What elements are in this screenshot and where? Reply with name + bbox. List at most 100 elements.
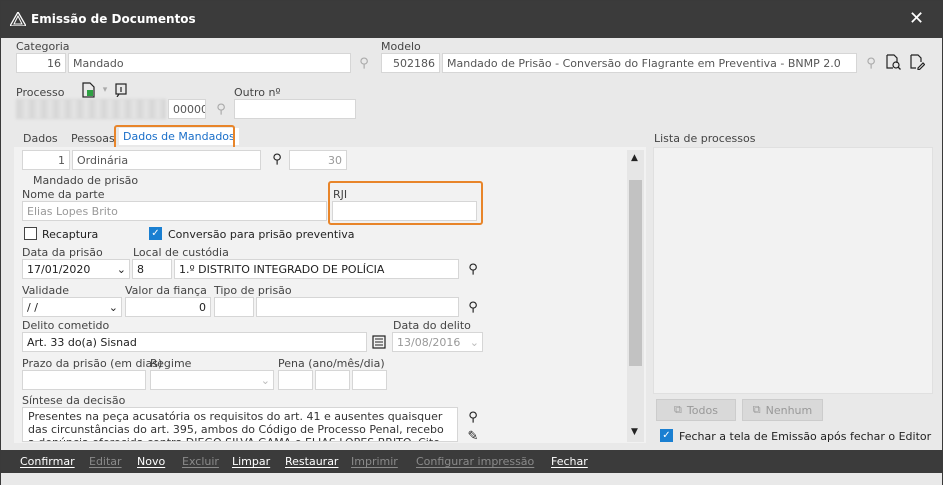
emissao-documentos-window: Emissão de Documentos ✕ Categoria 16 Man…	[0, 0, 943, 485]
local-code-field[interactable]: 8	[132, 259, 172, 279]
nome-parte-field[interactable]: Elias Lopes Brito	[22, 201, 327, 221]
categoria-code-field[interactable]: 16	[16, 53, 66, 73]
nome-parte-label: Nome da parte	[22, 188, 105, 201]
modelo-value-field[interactable]: Mandado de Prisão - Conversão do Flagran…	[442, 53, 857, 73]
pena-label: Pena (ano/mês/dia)	[278, 357, 385, 370]
editar-button[interactable]: Editar	[89, 455, 122, 468]
todos-label: Todos	[686, 403, 718, 417]
regime-dropdown-icon[interactable]: ⌄	[261, 374, 270, 387]
tab-pessoas[interactable]: Pessoas	[71, 132, 115, 145]
validade-dropdown-icon[interactable]: ⌄	[109, 301, 118, 314]
processo-label: Processo	[16, 86, 65, 99]
outro-field[interactable]	[234, 99, 356, 119]
data-delito-value: 13/08/2016	[397, 336, 461, 349]
regime-label: Regime	[150, 357, 192, 370]
tab-dados-de-mandados[interactable]: Dados de Mandados	[119, 128, 239, 145]
tipo-code-field[interactable]: 1	[22, 150, 70, 170]
delito-field[interactable]: Art. 33 do(a) Sisnad	[22, 332, 367, 352]
mandado-section-label: Mandado de prisão	[33, 174, 139, 187]
local-custodia-label: Local de custódia	[133, 246, 229, 259]
tipo-prisao-code-field[interactable]	[214, 297, 254, 317]
recaptura-label: Recaptura	[42, 228, 99, 241]
processo-document-icon[interactable]	[81, 82, 97, 98]
imprimir-button[interactable]: Imprimir	[351, 455, 398, 468]
sintese-search-icon[interactable]: ⚲	[465, 409, 481, 425]
lista-processos-label: Lista de processos	[654, 132, 756, 145]
modelo-search-icon[interactable]: ⚲	[863, 55, 879, 71]
fianca-label: Valor da fiança	[125, 284, 207, 297]
categoria-label: Categoria	[16, 40, 70, 53]
data-delito-label: Data do delito	[393, 319, 471, 332]
sintese-textarea[interactable]: Presentes na peça acusatória os requisit…	[22, 407, 458, 442]
outro-label: Outro nº	[234, 86, 281, 99]
pena-mes-field[interactable]	[315, 370, 350, 390]
scroll-thumb[interactable]	[629, 180, 642, 366]
novo-button[interactable]: Novo	[137, 455, 165, 468]
data-prisao-value: 17/01/2020	[27, 263, 91, 276]
close-icon[interactable]: ✕	[909, 10, 924, 28]
delito-label: Delito cometido	[22, 319, 110, 332]
pena-ano-field[interactable]	[278, 370, 313, 390]
confirmar-button[interactable]: Confirmar	[20, 455, 75, 468]
restaurar-button[interactable]: Restaurar	[285, 455, 338, 468]
tipo-prisao-label: Tipo de prisão	[214, 284, 292, 297]
tab-dados[interactable]: Dados	[23, 132, 58, 145]
sintese-label: Síntese da decisão	[22, 394, 126, 407]
form-scrollbar[interactable]: ▲ ▼	[627, 150, 644, 442]
command-bar: Confirmar Editar Novo Excluir Limpar Res…	[1, 450, 942, 473]
data-delito-field[interactable]: 13/08/2016 ⌄	[392, 332, 483, 352]
validade-label: Validade	[22, 284, 69, 297]
modelo-label: Modelo	[381, 40, 421, 53]
configurar-impressao-button[interactable]: Configurar impressão	[416, 455, 534, 468]
tipo-prisao-search-icon[interactable]: ⚲	[465, 299, 481, 315]
processo-search-icon[interactable]: ⚲	[213, 101, 229, 117]
fechar-tela-label: Fechar a tela de Emissão após fechar o E…	[679, 430, 932, 443]
fianca-field[interactable]: 0	[125, 297, 211, 317]
processo-dropdown-icon[interactable]: ▾	[97, 82, 113, 98]
window-footer	[1, 473, 942, 485]
document-search-icon[interactable]	[885, 54, 901, 70]
prazo-label: Prazo da prisão (em dias)	[22, 357, 163, 370]
title-bar: Emissão de Documentos ✕	[1, 1, 942, 38]
nenhum-button[interactable]: ⧉ Nenhum	[742, 399, 823, 421]
recaptura-checkbox[interactable]	[24, 227, 37, 240]
nenhum-icon: ⧉	[752, 403, 761, 416]
processo-suffix-field[interactable]: 00000	[168, 99, 206, 119]
validade-field[interactable]: / / ⌄	[22, 297, 122, 317]
categoria-search-icon[interactable]: ⚲	[356, 55, 372, 71]
regime-field[interactable]: ⌄	[150, 370, 274, 390]
conversao-checkbox[interactable]: ✓	[149, 227, 162, 240]
window-title: Emissão de Documentos	[31, 12, 196, 26]
excluir-button[interactable]: Excluir	[182, 455, 219, 468]
tipo-search-icon[interactable]: ⚲	[269, 151, 285, 167]
scroll-up-icon[interactable]: ▲	[631, 153, 638, 163]
rji-label: RJI	[333, 188, 348, 201]
pena-dia-field[interactable]	[352, 370, 387, 390]
document-edit-icon[interactable]	[909, 54, 925, 70]
sintese-edit-icon[interactable]: ✎	[465, 428, 481, 444]
categoria-value-field[interactable]: Mandado	[68, 53, 351, 73]
prazo-field[interactable]	[22, 370, 146, 390]
count-field[interactable]: 30	[289, 150, 347, 170]
data-prisao-dropdown-icon[interactable]: ⌄	[117, 263, 126, 276]
todos-button[interactable]: ⧉ Todos	[656, 399, 736, 421]
todos-icon: ⧉	[674, 403, 682, 416]
validade-value: / /	[27, 301, 38, 314]
lista-processos-box[interactable]	[653, 147, 933, 394]
delito-list-icon[interactable]	[371, 334, 387, 350]
scroll-down-icon[interactable]: ▼	[631, 427, 638, 437]
local-value-field[interactable]: 1.º DISTRITO INTEGRADO DE POLÍCIA	[174, 259, 459, 279]
app-logo-icon	[10, 12, 26, 26]
tipo-prisao-value-field[interactable]	[256, 297, 459, 317]
fechar-button[interactable]: Fechar	[551, 455, 588, 468]
processo-number-field[interactable]	[16, 99, 166, 119]
data-prisao-field[interactable]: 17/01/2020 ⌄	[22, 259, 130, 279]
rji-field[interactable]	[332, 201, 477, 221]
data-delito-dropdown-icon[interactable]: ⌄	[470, 336, 479, 349]
modelo-code-field[interactable]: 502186	[381, 53, 440, 73]
tipo-value-field[interactable]: Ordinária	[72, 150, 261, 170]
limpar-button[interactable]: Limpar	[232, 455, 270, 468]
processo-notes-icon[interactable]	[113, 82, 129, 98]
fechar-tela-checkbox[interactable]: ✓	[660, 429, 673, 442]
local-search-icon[interactable]: ⚲	[465, 261, 481, 277]
